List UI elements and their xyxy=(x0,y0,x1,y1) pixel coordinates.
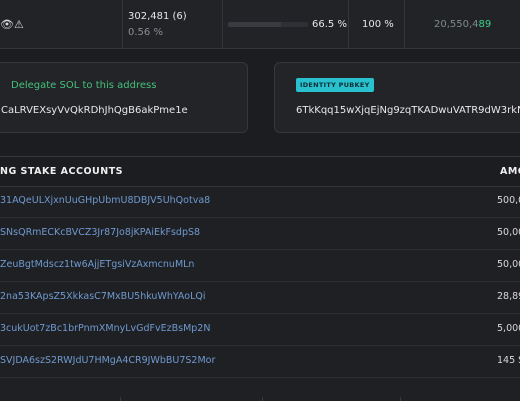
column-divider xyxy=(404,0,405,48)
active-stake-value: 302,481 (6) xyxy=(128,11,187,22)
identity-card: IDENTITY PUBKEY 6TkKqq15wXjqEjNg9zqTKADw… xyxy=(274,62,520,133)
stake-amount: 500,0 xyxy=(497,195,520,206)
delegate-link[interactable]: Delegate SOL to this address xyxy=(11,80,156,91)
column-divider xyxy=(262,397,263,401)
table-row: SNsQRmECKcBVCZ3Jr87Jo8jKPAiEkFsdpS8 50,0… xyxy=(0,218,520,250)
column-divider xyxy=(120,397,121,401)
table-row: 3cukUot7zBc1brPnmXMnyLvGdFvEzBsMp2N 5,00… xyxy=(0,314,520,346)
column-divider xyxy=(400,397,401,401)
stake-account-address[interactable]: 2na53KApsZ5XkkasC7MxBU5hkuWhYAoLQi xyxy=(0,291,205,302)
validator-row: 👁⚠ 302,481 (6) 0.56 % 66.5 % 100 % 20,55… xyxy=(0,0,520,49)
column-divider xyxy=(348,0,349,48)
eye-icon: 👁⚠ xyxy=(0,18,24,31)
stake-amount: 28,89 xyxy=(497,291,520,302)
table-row: 31AQeULXjxnUuGHpUbmU8DBJV5UhQotva8 500,0 xyxy=(0,186,520,218)
identity-pubkey-badge: IDENTITY PUBKEY xyxy=(296,78,374,92)
stake-account-address[interactable]: 31AQeULXjxnUuGHpUbmU8DBJV5UhQotva8 xyxy=(0,195,210,206)
stake-accounts-table: NG STAKE ACCOUNTS AMC 31AQeULXjxnUuGHpUb… xyxy=(0,156,520,401)
cumulative-percent: 66.5 % xyxy=(312,19,347,30)
vote-credits: 20,550,489 xyxy=(434,19,492,30)
delegate-card: Delegate SOL to this address CaLRVEXsyVv… xyxy=(0,62,248,133)
table-row: 2na53KApsZ5XkkasC7MxBU5hkuWhYAoLQi 28,89 xyxy=(0,282,520,314)
table-header: NG STAKE ACCOUNTS AMC xyxy=(0,157,520,187)
stake-amount: 5,000 xyxy=(497,323,520,334)
uptime-percent: 100 % xyxy=(362,19,394,30)
stake-account-address[interactable]: 3cukUot7zBc1brPnmXMnyLvGdFvEzBsMp2N xyxy=(0,323,210,334)
stake-amount: 145 S xyxy=(497,355,520,366)
table-row: SVJDA6szS2RWJdU7HMgA4CR9JWbBU7S2Mor 145 … xyxy=(0,346,520,378)
stake-percent: 0.56 % xyxy=(128,27,163,38)
column-divider xyxy=(122,0,123,48)
stake-amount: 50,00 xyxy=(497,227,520,238)
cumulative-stake-bar xyxy=(228,22,308,27)
stake-accounts-title: NG STAKE ACCOUNTS xyxy=(0,166,124,177)
table-row: ZeuBgtMdscz1tw6AjjETgsiVzAxmcnuMLn 50,00 xyxy=(0,250,520,282)
column-divider xyxy=(222,0,223,48)
identity-pubkey[interactable]: 6TkKqq15wXjqEjNg9zqTKADwuVATR9dW3rkNnsY xyxy=(296,105,520,116)
stake-amount: 50,00 xyxy=(497,259,520,270)
stake-account-address[interactable]: SVJDA6szS2RWJdU7HMgA4CR9JWbBU7S2Mor xyxy=(0,355,215,366)
stake-account-address[interactable]: ZeuBgtMdscz1tw6AjjETgsiVzAxmcnuMLn xyxy=(0,259,194,270)
stake-account-address[interactable]: SNsQRmECKcBVCZ3Jr87Jo8jKPAiEkFsdpS8 xyxy=(0,227,200,238)
cumulative-stake-bar-fill xyxy=(228,22,281,27)
amount-header[interactable]: AMC xyxy=(500,166,520,177)
vote-account-address[interactable]: CaLRVEXsyVvQkRDhJhQgB6akPme1e xyxy=(1,105,188,116)
table-footer xyxy=(0,397,520,401)
